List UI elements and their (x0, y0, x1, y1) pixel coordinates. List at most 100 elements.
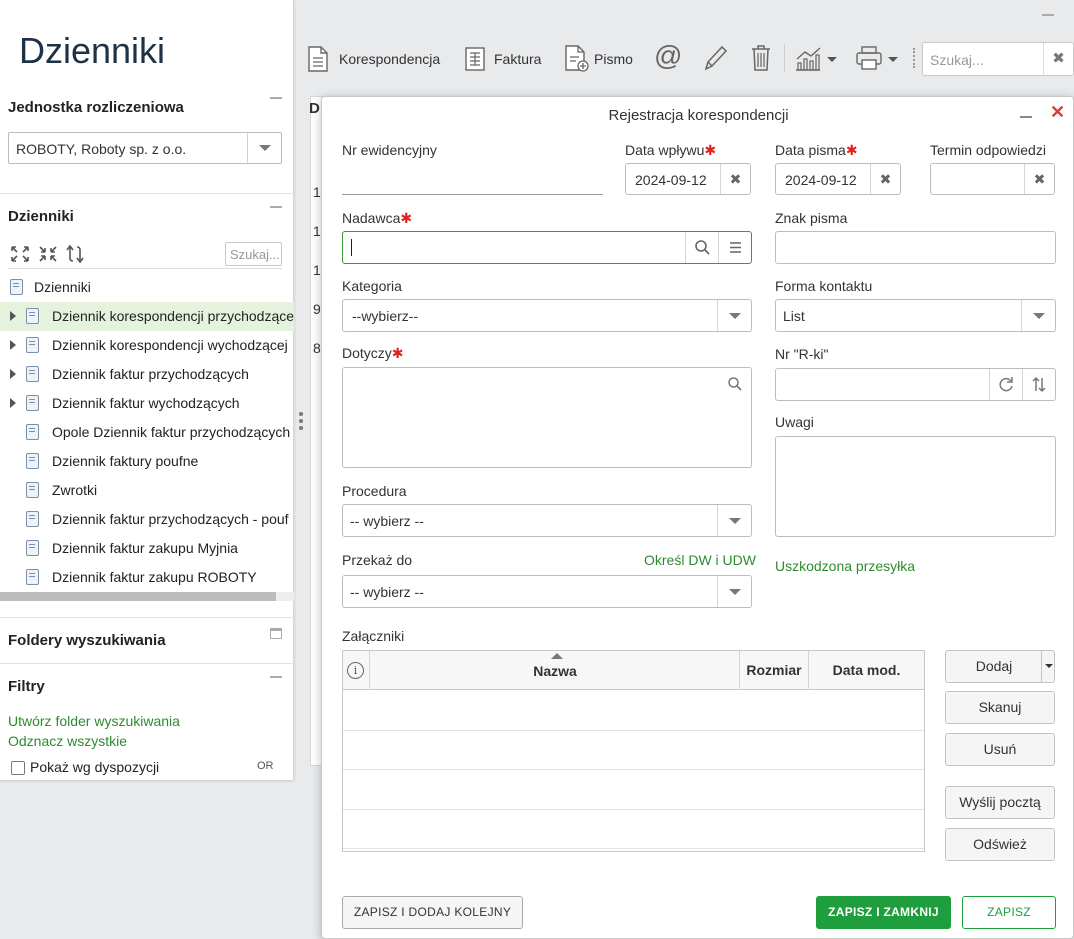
tree-item[interactable]: Dziennik korespondencji wychodzącej (0, 331, 294, 360)
evidence-no-field[interactable] (342, 194, 603, 195)
category-select[interactable]: --wybierz-- (342, 299, 752, 332)
info-icon[interactable]: i (347, 662, 364, 679)
attachments-table: i Nazwa Rozmiar Data mod. (342, 650, 925, 852)
add-attachment-button[interactable]: Dodaj (945, 650, 1055, 683)
minimize-window-icon[interactable] (1042, 14, 1054, 16)
chevron-down-icon[interactable] (1021, 300, 1055, 331)
dialog-minimize-icon[interactable] (1020, 116, 1032, 118)
table-row-divider (343, 809, 924, 810)
collapse-unit-icon[interactable] (270, 97, 282, 99)
damaged-shipment-link[interactable]: Uszkodzona przesyłka (775, 558, 915, 574)
rki-input[interactable] (775, 368, 1056, 401)
forward-to-label: Przekaż do (342, 552, 413, 568)
tree-item[interactable]: Opole Dziennik faktur przychodzących (0, 418, 294, 447)
uncheck-all-link[interactable]: Odznacz wszystkie (8, 733, 127, 749)
chart-icon[interactable] (794, 46, 822, 72)
concerns-textarea[interactable] (342, 367, 752, 468)
size-column-header[interactable]: Rozmiar (740, 651, 809, 690)
specify-dw-link[interactable]: Określ DW i UDW (644, 552, 756, 568)
clear-icon[interactable]: ✖ (720, 164, 750, 194)
send-by-mail-button[interactable]: Wyślij pocztą (945, 786, 1055, 819)
expand-arrow-icon[interactable] (10, 311, 16, 321)
expand-all-icon[interactable] (10, 245, 30, 263)
clear-icon[interactable]: ✖ (870, 164, 900, 194)
clear-search-icon[interactable]: ✖ (1043, 43, 1073, 75)
refresh-button[interactable]: Odśwież (945, 828, 1055, 861)
sender-input[interactable] (342, 231, 752, 264)
refresh-tree-icon[interactable] (66, 244, 84, 264)
correspondence-button[interactable]: Korespondencja (339, 51, 440, 67)
add-dropdown-icon[interactable] (1041, 651, 1054, 682)
show-by-disposition-checkbox[interactable] (11, 761, 25, 775)
table-row-divider (343, 730, 924, 731)
unit-select[interactable]: ROBOTY, Roboty sp. z o.o. (8, 132, 282, 164)
tree-scrollbar[interactable] (0, 592, 294, 601)
save-and-add-next-button[interactable]: ZAPISZ I DODAJ KOLEJNY (342, 896, 523, 929)
collapse-filters-icon[interactable] (270, 676, 282, 678)
expand-folders-icon[interactable] (270, 628, 282, 639)
chevron-down-icon[interactable] (717, 576, 751, 607)
tree-item-label: Dziennik korespondencji przychodzące (52, 308, 294, 324)
tree-root[interactable]: Dzienniki (0, 273, 294, 302)
chevron-down-icon[interactable] (717, 300, 751, 331)
search-icon[interactable] (685, 232, 718, 263)
email-at-icon[interactable]: @ (654, 40, 682, 72)
save-button[interactable]: ZAPISZ (962, 896, 1056, 929)
save-and-close-button[interactable]: ZAPISZ I ZAMKNIJ (816, 896, 951, 929)
procedure-select[interactable]: -- wybierz -- (342, 504, 752, 537)
print-dropdown-icon[interactable] (888, 57, 898, 62)
chevron-down-icon[interactable] (247, 133, 281, 163)
collapse-all-icon[interactable] (38, 245, 58, 263)
invoice-button[interactable]: Faktura (494, 51, 541, 67)
scan-button[interactable]: Skanuj (945, 691, 1055, 724)
letter-button[interactable]: Pismo (594, 51, 633, 67)
printer-icon[interactable] (855, 45, 883, 71)
remove-button[interactable]: Usuń (945, 733, 1055, 766)
expand-arrow-icon[interactable] (10, 369, 16, 379)
tree-item[interactable]: Dziennik faktury poufne (0, 447, 294, 476)
scrollbar-thumb[interactable] (0, 592, 276, 601)
response-deadline-input[interactable]: ✖ (930, 163, 1055, 195)
tree-item[interactable]: Dziennik faktur zakupu Myjnia (0, 534, 294, 563)
tree-item[interactable]: Dziennik faktur wychodzących (0, 389, 294, 418)
date-column-header[interactable]: Data mod. (809, 651, 924, 690)
forward-to-select[interactable]: -- wybierz -- (342, 575, 752, 608)
chevron-down-icon[interactable] (717, 505, 751, 536)
contact-form-select[interactable]: List (775, 299, 1056, 332)
search-icon[interactable] (727, 376, 743, 392)
refresh-icon[interactable] (989, 369, 1022, 400)
contact-form-label: Forma kontaktu (775, 278, 873, 294)
chart-dropdown-icon[interactable] (827, 57, 837, 62)
or-toggle[interactable]: OR (257, 760, 274, 772)
letter-mark-input[interactable] (775, 231, 1056, 264)
clear-icon[interactable]: ✖ (1024, 164, 1054, 194)
tree-item[interactable]: Dziennik korespondencji przychodzące (0, 302, 294, 331)
sort-icon[interactable] (1022, 369, 1055, 400)
correspondence-doc-icon (308, 46, 328, 72)
collapse-journals-icon[interactable] (270, 206, 282, 208)
folders-section-title: Foldery wyszukiwania (8, 632, 166, 649)
tree-item[interactable]: Zwrotki (0, 476, 294, 505)
notes-label: Uwagi (775, 414, 814, 430)
create-search-folder-link[interactable]: Utwórz folder wyszukiwania (8, 713, 180, 729)
letter-date-input[interactable]: 2024-09-12 ✖ (775, 163, 901, 195)
edit-pencil-icon[interactable] (702, 44, 728, 72)
splitter-handle[interactable] (299, 412, 304, 432)
notes-textarea[interactable] (775, 436, 1056, 537)
invoice-icon (465, 47, 485, 71)
trash-icon[interactable] (750, 44, 772, 72)
journal-book-icon (26, 569, 39, 585)
list-menu-icon[interactable] (718, 232, 751, 263)
tree-search-input[interactable]: Szukaj... (225, 242, 282, 266)
expand-arrow-icon[interactable] (10, 340, 16, 350)
tree-item[interactable]: Dziennik faktur przychodzących - pouf (0, 505, 294, 534)
receipt-date-input[interactable]: 2024-09-12 ✖ (625, 163, 751, 195)
expand-arrow-icon[interactable] (10, 398, 16, 408)
toolbar-search-input[interactable]: Szukaj... ✖ (922, 42, 1074, 76)
dialog-close-icon[interactable]: ✕ (1050, 102, 1065, 123)
name-column-header[interactable]: Nazwa (370, 651, 740, 690)
letter-mark-label: Znak pisma (775, 210, 848, 226)
tree-item[interactable]: Dziennik faktur przychodzących (0, 360, 294, 389)
tree-item-label: Dziennik faktur zakupu ROBOTY (52, 569, 257, 585)
tree-item[interactable]: Dziennik faktur zakupu ROBOTY (0, 563, 294, 592)
